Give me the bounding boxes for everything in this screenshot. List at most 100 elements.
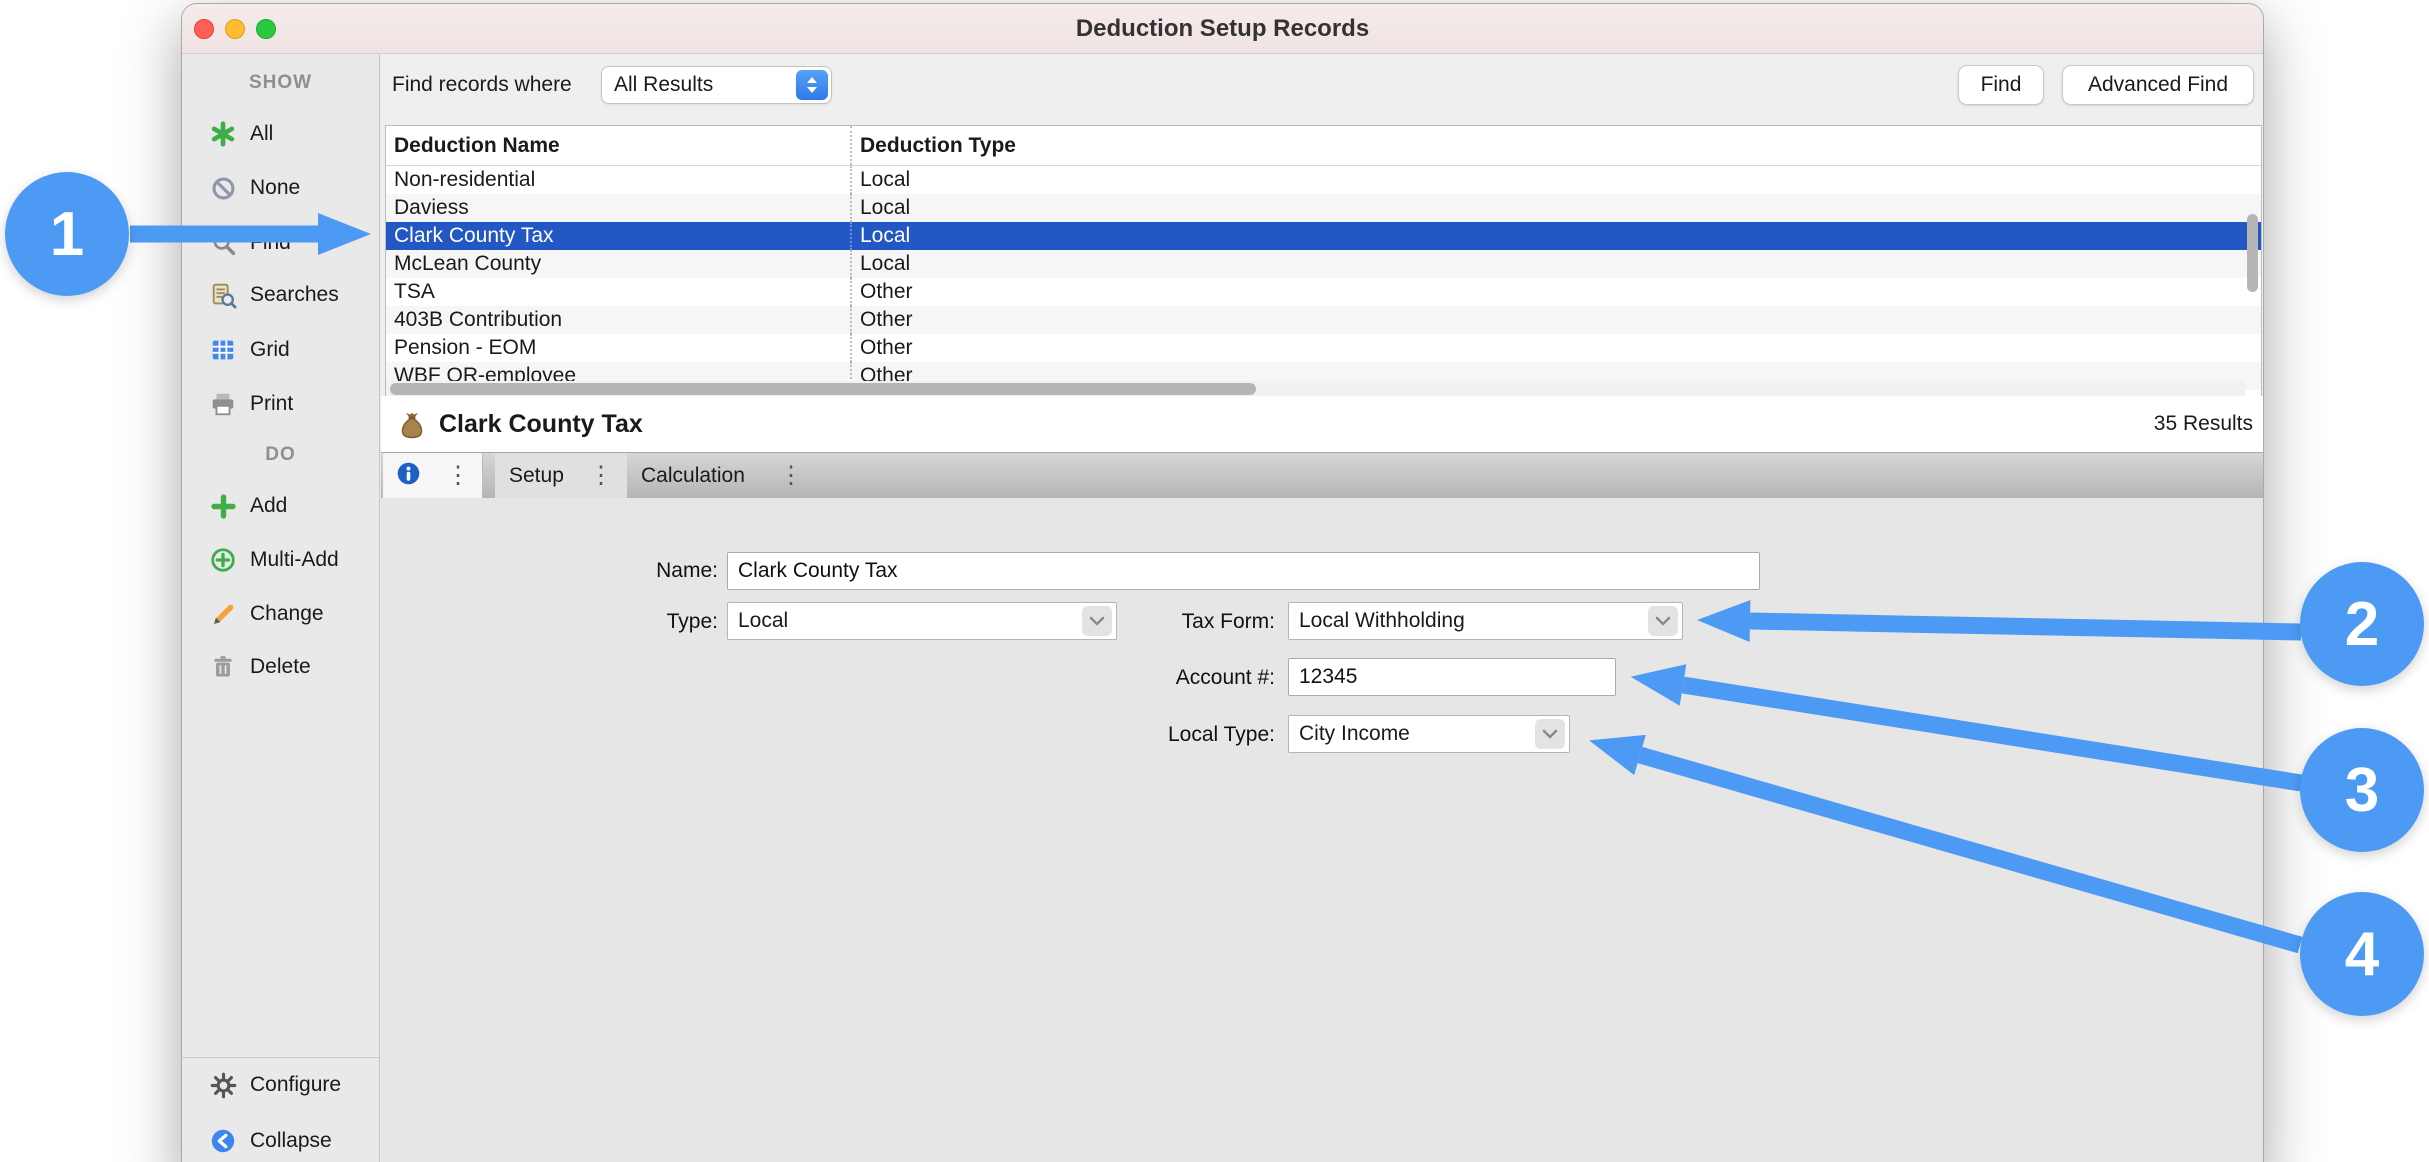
- table-row-selected[interactable]: Clark County Tax Local: [386, 222, 2261, 250]
- collapse-icon: [208, 1126, 238, 1156]
- results-count: 35 Results: [2154, 396, 2253, 452]
- table-row[interactable]: TSA Other: [386, 278, 2261, 306]
- screenshot-root: Deduction Setup Records SHOW All None: [0, 0, 2429, 1162]
- cell-deduction-name: McLean County: [386, 250, 850, 278]
- money-bag-icon: [397, 409, 427, 444]
- sidebar-item-label: Searches: [250, 283, 339, 307]
- cell-deduction-name: Clark County Tax: [386, 222, 850, 250]
- annotation-number: 3: [2345, 755, 2379, 826]
- table-row[interactable]: Non-residential Local: [386, 166, 2261, 194]
- printer-icon: [208, 389, 238, 419]
- tab-options-dots-icon[interactable]: ⋮: [779, 464, 803, 488]
- pencil-icon: [208, 599, 238, 629]
- results-filter-select[interactable]: All Results: [601, 66, 832, 104]
- local-type-value: City Income: [1299, 722, 1410, 746]
- sidebar-item-label: Print: [250, 392, 293, 416]
- sidebar-section-show: SHOW: [182, 63, 379, 103]
- annotation-number: 4: [2345, 919, 2379, 990]
- tax-form-label: Tax Form:: [1071, 610, 1275, 634]
- type-label: Type:: [531, 610, 718, 634]
- gear-icon: [208, 1070, 238, 1100]
- type-dropdown[interactable]: Local: [727, 602, 1117, 640]
- tax-form-dropdown[interactable]: Local Withholding: [1288, 602, 1683, 640]
- name-label: Name:: [531, 559, 718, 583]
- vertical-scrollbar-thumb[interactable]: [2247, 214, 2258, 292]
- sidebar-item-multi-add[interactable]: Multi-Add: [182, 540, 379, 580]
- tab-label: Calculation: [641, 464, 745, 488]
- find-records-where-label: Find records where: [392, 73, 572, 97]
- sidebar: SHOW All None Find: [182, 54, 380, 1162]
- sidebar-item-find[interactable]: Find: [182, 223, 379, 263]
- name-input[interactable]: [727, 552, 1760, 590]
- app-window: Deduction Setup Records SHOW All None: [181, 3, 2264, 1162]
- sidebar-item-searches[interactable]: Searches: [182, 275, 379, 315]
- sidebar-item-change[interactable]: Change: [182, 594, 379, 634]
- column-header-deduction-name[interactable]: Deduction Name: [386, 126, 850, 165]
- sidebar-item-configure[interactable]: Configure: [182, 1065, 379, 1105]
- local-type-dropdown[interactable]: City Income: [1288, 715, 1570, 753]
- grid-icon: [208, 335, 238, 365]
- results-filter-value: All Results: [614, 73, 713, 97]
- cell-deduction-type: Local: [850, 222, 2261, 250]
- table-row[interactable]: 403B Contribution Other: [386, 306, 2261, 334]
- cell-deduction-type: Other: [850, 306, 2261, 334]
- cell-deduction-type: Other: [850, 334, 2261, 362]
- sidebar-item-label: Delete: [250, 655, 311, 679]
- circle-plus-icon: [208, 545, 238, 575]
- sidebar-divider: [182, 1057, 379, 1058]
- sidebar-item-label: Find: [250, 231, 291, 255]
- sidebar-item-delete[interactable]: Delete: [182, 647, 379, 687]
- table-row[interactable]: Pension - EOM Other: [386, 334, 2261, 362]
- prohibit-icon: [208, 173, 238, 203]
- find-button[interactable]: Find: [1958, 65, 2044, 105]
- advanced-find-button[interactable]: Advanced Find: [2062, 65, 2254, 105]
- sidebar-item-grid[interactable]: Grid: [182, 330, 379, 370]
- tab-options-dots-icon[interactable]: ⋮: [589, 464, 613, 488]
- cell-deduction-type: Local: [850, 250, 2261, 278]
- sidebar-item-none[interactable]: None: [182, 168, 379, 208]
- horizontal-scrollbar[interactable]: [386, 381, 2245, 397]
- type-value: Local: [738, 609, 788, 633]
- tab-calculation[interactable]: Calculation ⋮: [627, 453, 817, 498]
- cell-deduction-type: Local: [850, 194, 2261, 222]
- tab-setup[interactable]: Setup ⋮: [495, 453, 627, 498]
- chevron-down-icon[interactable]: [1648, 606, 1678, 636]
- sidebar-item-print[interactable]: Print: [182, 384, 379, 424]
- cell-deduction-type: Local: [850, 166, 2261, 194]
- table-row[interactable]: McLean County Local: [386, 250, 2261, 278]
- column-header-deduction-type[interactable]: Deduction Type: [850, 126, 2261, 165]
- table-header-row: Deduction Name Deduction Type: [386, 126, 2261, 166]
- tab-strip: ⋮ Setup ⋮ Calculation ⋮: [381, 452, 2263, 498]
- content-area: Find records where All Results Find Adva…: [381, 54, 2263, 1162]
- cell-deduction-name: TSA: [386, 278, 850, 306]
- horizontal-scrollbar-thumb[interactable]: [390, 383, 1256, 395]
- sidebar-item-add[interactable]: Add: [182, 486, 379, 526]
- chevron-down-icon[interactable]: [1535, 719, 1565, 749]
- cell-deduction-type: Other: [850, 278, 2261, 306]
- tab-options-dots-icon[interactable]: ⋮: [446, 464, 470, 488]
- sidebar-item-all[interactable]: All: [182, 114, 379, 154]
- cell-deduction-name: Non-residential: [386, 166, 850, 194]
- sidebar-item-label: All: [250, 122, 273, 146]
- sidebar-item-collapse[interactable]: Collapse: [182, 1121, 379, 1161]
- record-header: Clark County Tax 35 Results: [381, 396, 2263, 452]
- sidebar-item-label: Multi-Add: [250, 548, 339, 572]
- asterisk-icon: [208, 119, 238, 149]
- info-icon[interactable]: [395, 460, 422, 492]
- setup-form-pane: Name: Type: Local Tax Form: Local Withho…: [381, 498, 2263, 1162]
- info-segment[interactable]: ⋮: [383, 453, 483, 498]
- table-body: Non-residential Local Daviess Local Clar…: [386, 166, 2261, 390]
- local-type-label: Local Type:: [1021, 723, 1275, 747]
- sidebar-item-label: Configure: [250, 1073, 341, 1097]
- cell-deduction-name: Pension - EOM: [386, 334, 850, 362]
- tab-label: Setup: [509, 464, 564, 488]
- annotation-number: 2: [2345, 589, 2379, 660]
- sidebar-item-label: None: [250, 176, 300, 200]
- sidebar-item-label: Grid: [250, 338, 290, 362]
- sidebar-item-label: Change: [250, 602, 324, 626]
- table-row[interactable]: Daviess Local: [386, 194, 2261, 222]
- annotation-number: 1: [50, 199, 84, 270]
- record-title: Clark County Tax: [439, 396, 643, 452]
- account-input[interactable]: [1288, 658, 1616, 696]
- magnifier-icon: [208, 228, 238, 258]
